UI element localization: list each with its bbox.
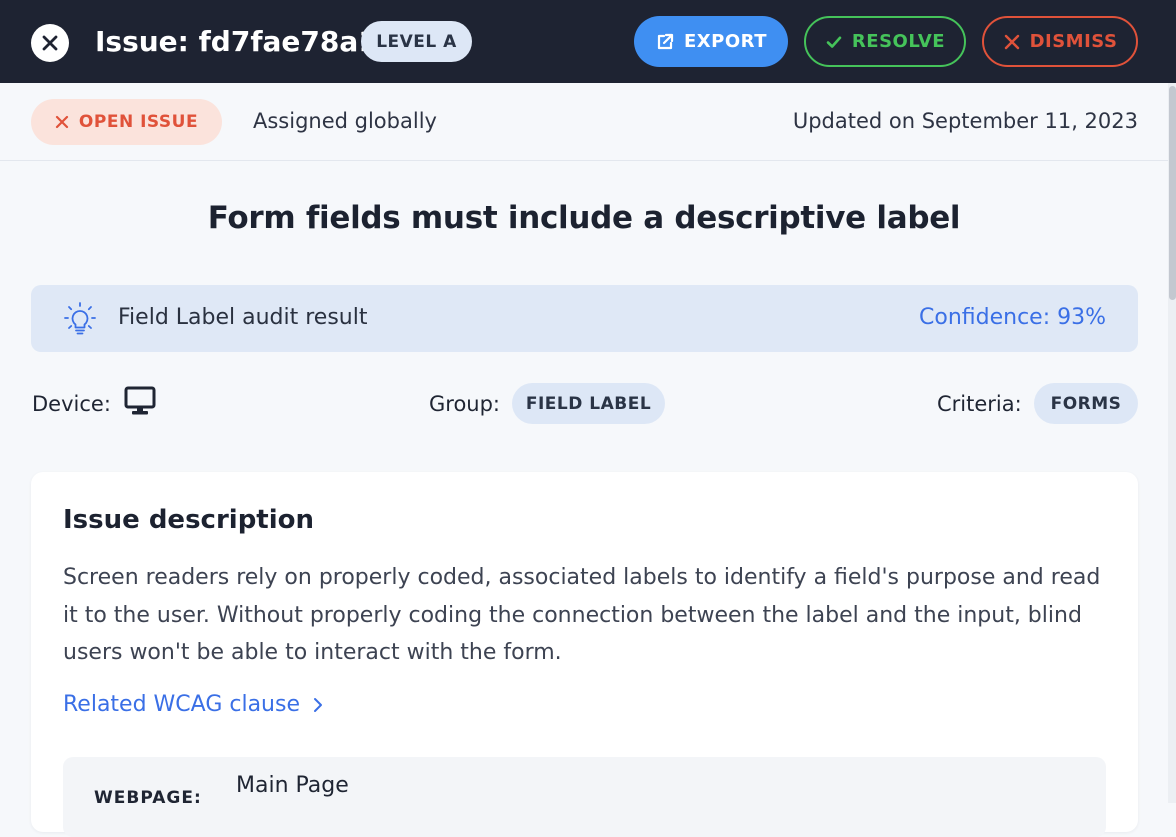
webpage-value: Main Page xyxy=(236,773,349,798)
criteria-label: Criteria: xyxy=(937,392,1022,416)
x-icon xyxy=(1004,34,1019,49)
issue-description-text: Screen readers rely on properly coded, a… xyxy=(63,565,1101,665)
export-button[interactable]: EXPORT xyxy=(634,16,788,67)
close-icon xyxy=(42,35,58,51)
criteria-tag: FORMS xyxy=(1034,383,1138,424)
dismiss-button-label: DISMISS xyxy=(1029,31,1118,52)
issue-title: Issue: fd7fae78a1 xyxy=(95,25,378,58)
dismiss-button[interactable]: DISMISS xyxy=(982,16,1138,67)
related-wcag-link[interactable]: Related WCAG clause xyxy=(63,692,324,717)
export-button-label: EXPORT xyxy=(684,31,767,52)
resolve-button[interactable]: RESOLVE xyxy=(804,16,966,67)
group-label: Group: xyxy=(429,392,501,416)
x-icon xyxy=(55,115,69,129)
webpage-label: WEBPAGE: xyxy=(94,788,202,808)
level-badge: LEVEL A xyxy=(361,21,472,62)
status-bar: OPEN ISSUE Assigned globally Updated on … xyxy=(0,83,1168,161)
issue-header: Issue: fd7fae78a1 LEVEL A EXPORT RESOLVE… xyxy=(0,0,1176,83)
scrollbar-thumb[interactable] xyxy=(1169,86,1176,300)
related-wcag-link-label: Related WCAG clause xyxy=(63,692,300,717)
confidence-score: Confidence: 93% xyxy=(919,305,1106,330)
chevron-right-icon xyxy=(314,697,322,712)
check-icon xyxy=(826,36,842,48)
device-label: Device: xyxy=(32,392,111,416)
export-icon xyxy=(657,33,674,49)
lightbulb-icon xyxy=(64,302,96,335)
webpage-info: WEBPAGE: Main Page xyxy=(63,757,1106,837)
status-badge-label: OPEN ISSUE xyxy=(78,112,199,132)
audit-result-banner: Field Label audit result Confidence: 93% xyxy=(31,285,1138,352)
group-tag: FIELD LABEL xyxy=(512,383,665,424)
close-button[interactable] xyxy=(31,24,69,62)
status-badge: OPEN ISSUE xyxy=(31,99,222,145)
card-title: Issue description xyxy=(63,505,315,535)
assignment-text: Assigned globally xyxy=(253,109,437,133)
desktop-monitor-icon xyxy=(124,386,156,415)
updated-timestamp: Updated on September 11, 2023 xyxy=(792,109,1138,133)
audit-result-label: Field Label audit result xyxy=(118,305,368,330)
issue-description-card: Issue description Screen readers rely on… xyxy=(31,472,1138,837)
rule-title: Form fields must include a descriptive l… xyxy=(207,200,961,236)
resolve-button-label: RESOLVE xyxy=(851,31,946,52)
